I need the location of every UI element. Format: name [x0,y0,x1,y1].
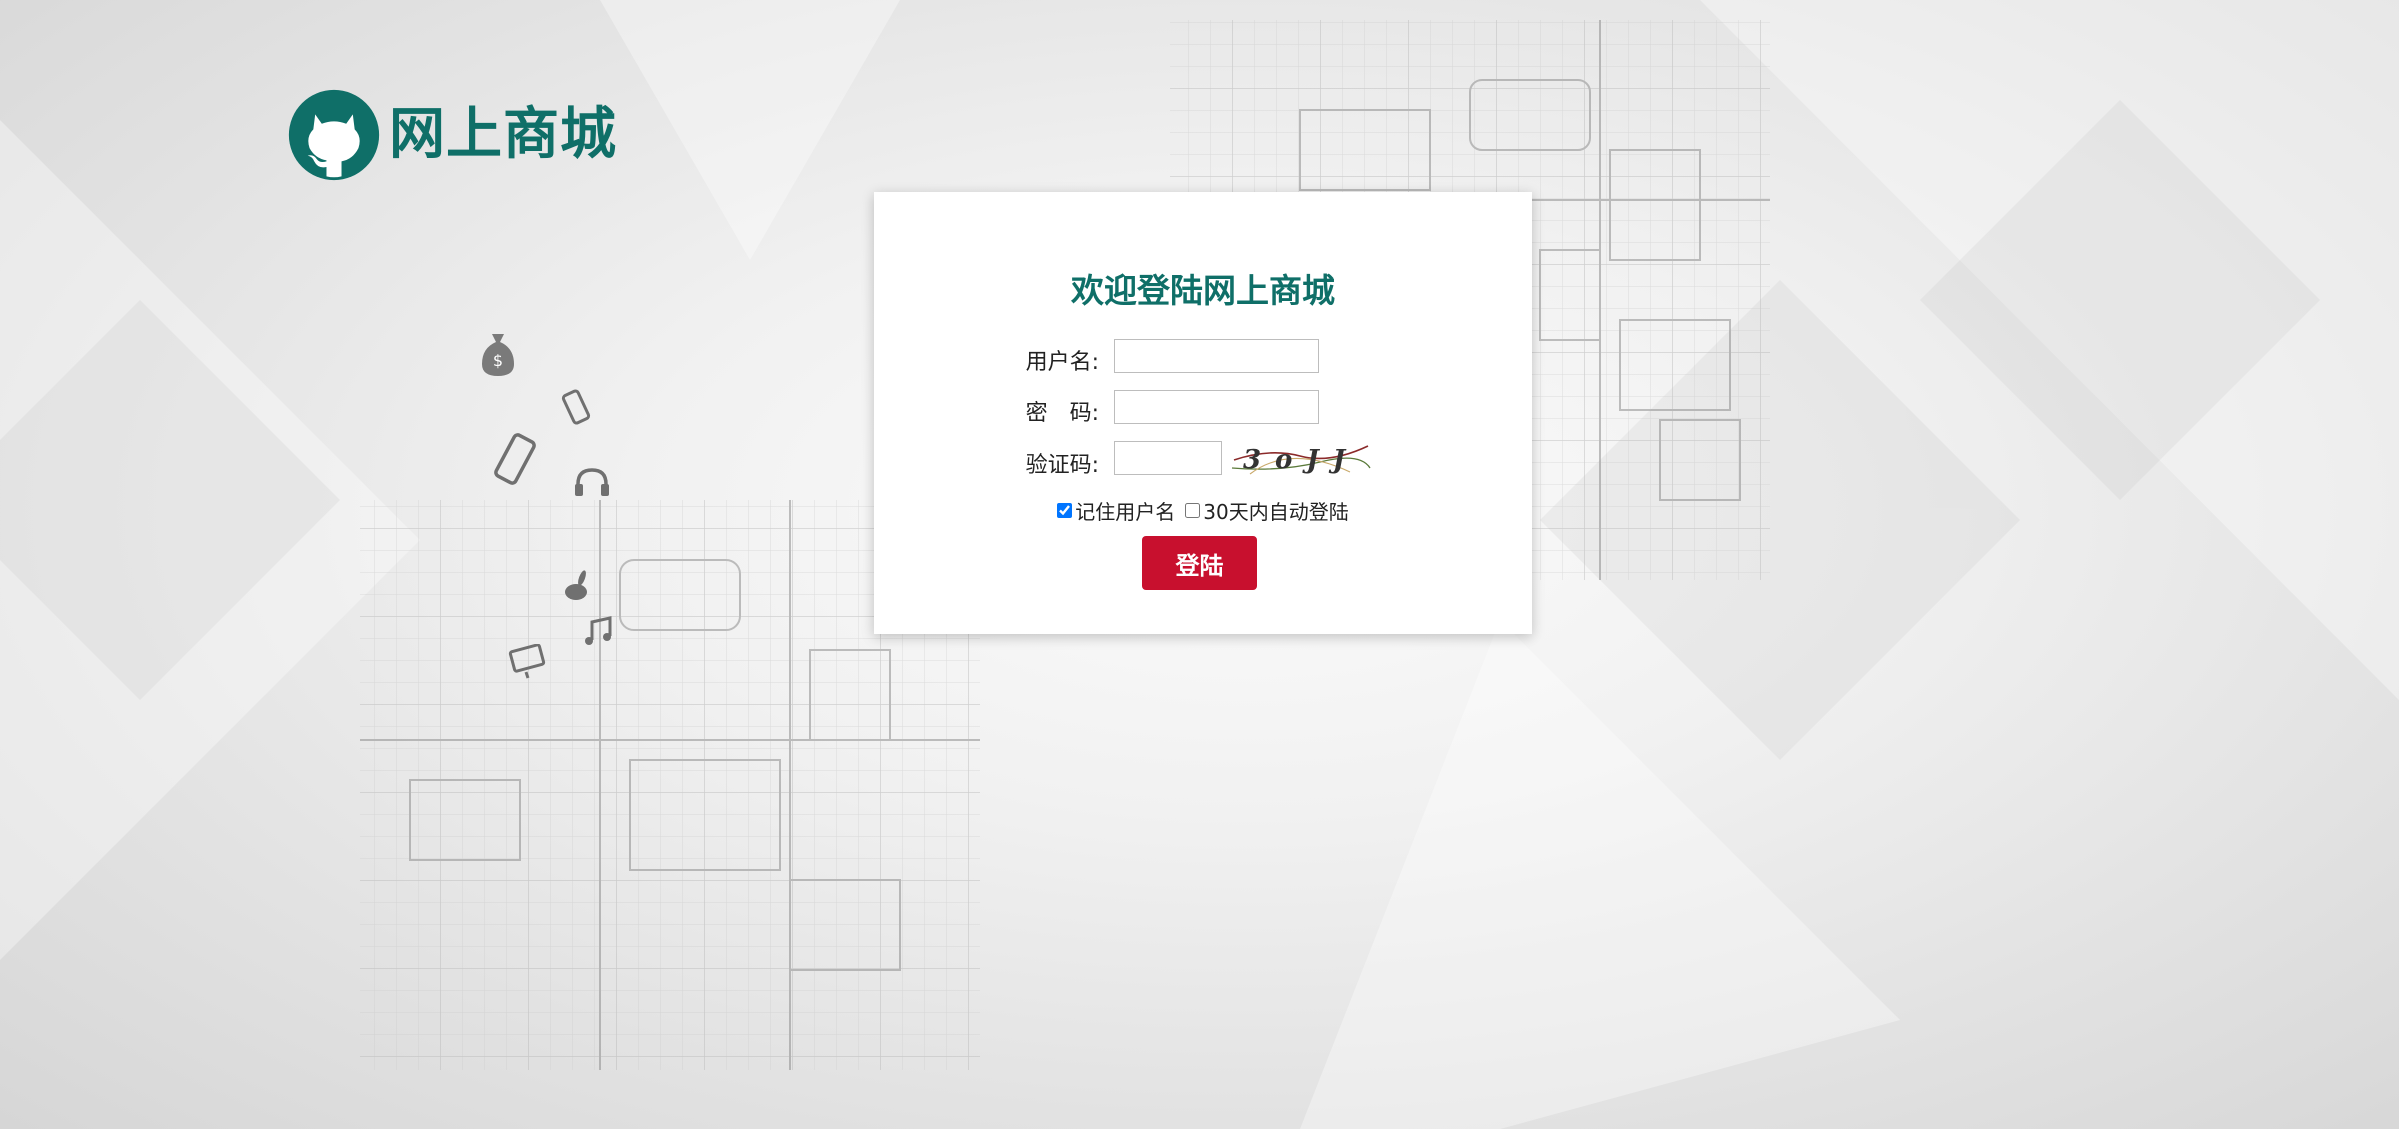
captcha-input[interactable] [1114,441,1222,475]
headphones-icon [572,464,612,506]
auto-login-label: 30天内自动登陆 [1203,500,1349,524]
smartphone-icon [490,432,540,498]
rabbit-icon [560,570,594,610]
username-label: 用户名: [1025,350,1099,375]
password-label: 密 码: [1025,401,1099,426]
remember-username-label: 记住用户名 [1075,500,1176,524]
captcha-text: 3oJJ [1243,445,1359,475]
login-options: 记住用户名 30天内自动登陆 [874,496,1532,525]
login-panel: 欢迎登陆网上商城 用户名: 密 码: 验证码: 3oJJ 记住用户名 30天内自… [874,192,1532,634]
remember-username-option[interactable]: 记住用户名 [1057,496,1175,525]
music-note-icon [580,614,616,656]
login-title: 欢迎登陆网上商城 [1071,271,1335,310]
site-logo[interactable]: 网上商城 [287,88,617,182]
auto-login-option[interactable]: 30天内自动登陆 [1185,496,1349,525]
money-bag-icon: $ [478,330,518,386]
remember-username-checkbox[interactable] [1057,503,1073,518]
monitor-icon [508,643,548,688]
login-button[interactable]: 登陆 [1142,536,1257,590]
password-input[interactable] [1114,390,1319,424]
phone-icon [560,388,594,434]
svg-text:$: $ [493,351,503,370]
captcha-label: 验证码: [1025,453,1099,478]
username-input[interactable] [1114,339,1319,373]
captcha-image[interactable]: 3oJJ [1230,438,1372,478]
auto-login-checkbox[interactable] [1185,503,1201,518]
brand-name: 网上商城 [389,102,617,167]
github-cat-icon [288,89,380,181]
